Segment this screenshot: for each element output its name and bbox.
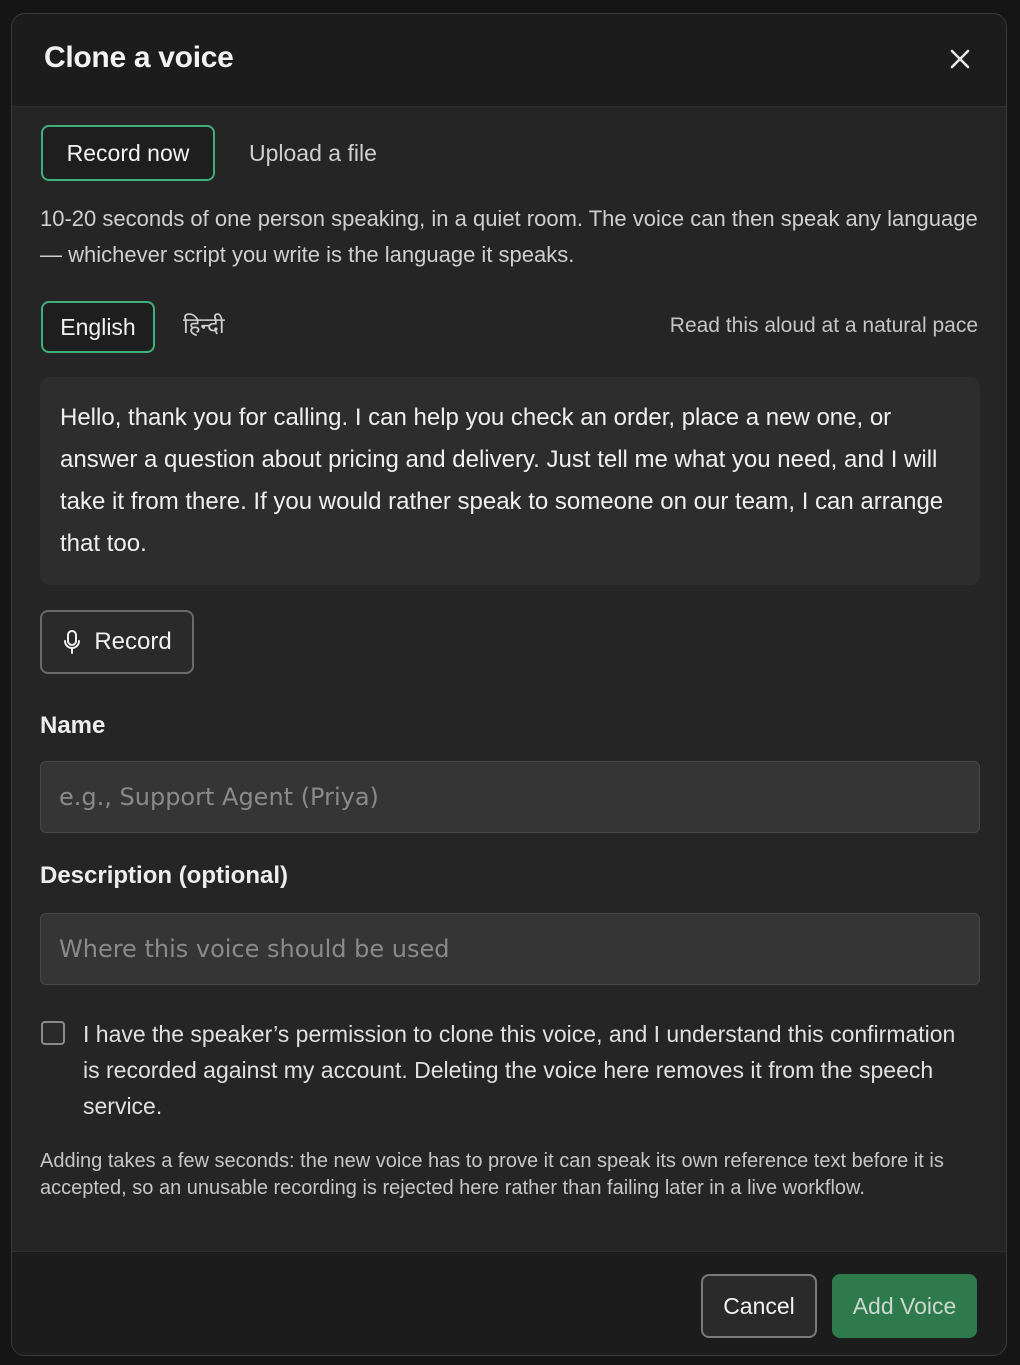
record-button[interactable]: Record bbox=[40, 610, 194, 674]
consent-text: I have the speaker’s permission to clone… bbox=[83, 1021, 956, 1119]
microphone-icon bbox=[64, 630, 81, 654]
language-tab-hindi[interactable]: हिन्दी bbox=[183, 310, 225, 340]
close-icon[interactable] bbox=[946, 45, 974, 73]
record-button-label: Record bbox=[94, 628, 172, 655]
language-tab-english[interactable]: English bbox=[41, 301, 155, 353]
processing-note: Adding takes a few seconds: the new voic… bbox=[40, 1150, 944, 1199]
help-text: 10-20 seconds of one person speaking, in… bbox=[40, 206, 978, 267]
name-label: Name bbox=[40, 712, 106, 739]
clone-voice-dialog: Clone a voice Record now Upload a file 1… bbox=[11, 13, 1007, 1356]
tab-upload-file[interactable]: Upload a file bbox=[249, 140, 377, 167]
add-voice-button[interactable]: Add Voice bbox=[832, 1274, 977, 1338]
cancel-button[interactable]: Cancel bbox=[701, 1274, 817, 1338]
dialog-footer: Cancel Add Voice bbox=[12, 1251, 1006, 1355]
consent-checkbox[interactable] bbox=[41, 1021, 65, 1045]
tab-record-now[interactable]: Record now bbox=[41, 125, 215, 181]
dialog-header: Clone a voice bbox=[12, 14, 1006, 107]
read-aloud-hint: Read this aloud at a natural pace bbox=[669, 314, 978, 337]
reference-script-text: Hello, thank you for calling. I can help… bbox=[60, 404, 944, 557]
reference-script: Hello, thank you for calling. I can help… bbox=[40, 377, 980, 585]
dialog-title: Clone a voice bbox=[44, 41, 234, 74]
name-input[interactable] bbox=[40, 761, 980, 833]
description-input[interactable] bbox=[40, 913, 980, 985]
description-label: Description (optional) bbox=[40, 862, 288, 889]
